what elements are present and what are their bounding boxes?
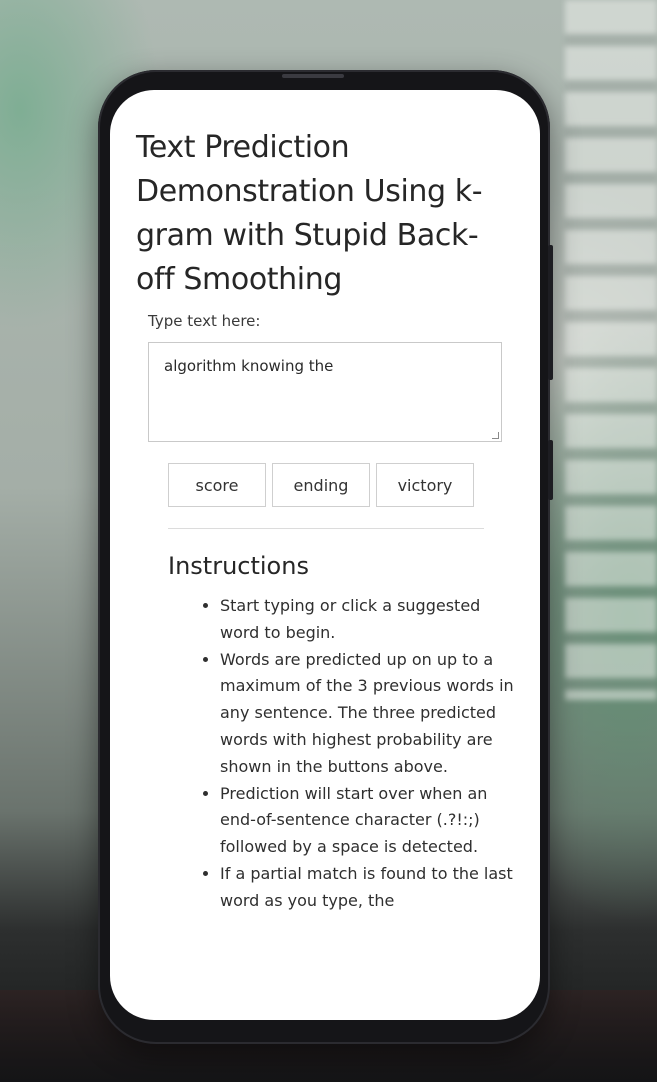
suggestion-button-2[interactable]: ending bbox=[272, 463, 370, 507]
text-input-value: algorithm knowing the bbox=[164, 357, 334, 375]
list-item: Prediction will start over when an end-o… bbox=[220, 781, 520, 861]
resize-handle-icon[interactable] bbox=[492, 432, 499, 439]
earpiece-speaker bbox=[282, 74, 344, 78]
window-blinds-background bbox=[565, 0, 657, 700]
volume-button bbox=[548, 245, 553, 380]
list-item: Start typing or click a suggested word t… bbox=[220, 593, 520, 647]
section-divider bbox=[168, 528, 484, 529]
instructions-list: Start typing or click a suggested word t… bbox=[188, 593, 520, 915]
suggestion-button-1[interactable]: score bbox=[168, 463, 266, 507]
list-item: Words are predicted up on up to a maximu… bbox=[220, 647, 520, 781]
text-input[interactable]: algorithm knowing the bbox=[148, 342, 502, 442]
suggestion-buttons: score ending victory bbox=[168, 463, 474, 507]
page-title: Text Prediction Demonstration Using k-gr… bbox=[136, 130, 483, 297]
text-input-label: Type text here: bbox=[148, 312, 261, 330]
power-button bbox=[548, 440, 553, 500]
instructions-heading: Instructions bbox=[168, 552, 309, 580]
phone-screen: Text Prediction Demonstration Using k-gr… bbox=[110, 90, 540, 1020]
list-item: If a partial match is found to the last … bbox=[220, 861, 520, 915]
suggestion-button-3[interactable]: victory bbox=[376, 463, 474, 507]
